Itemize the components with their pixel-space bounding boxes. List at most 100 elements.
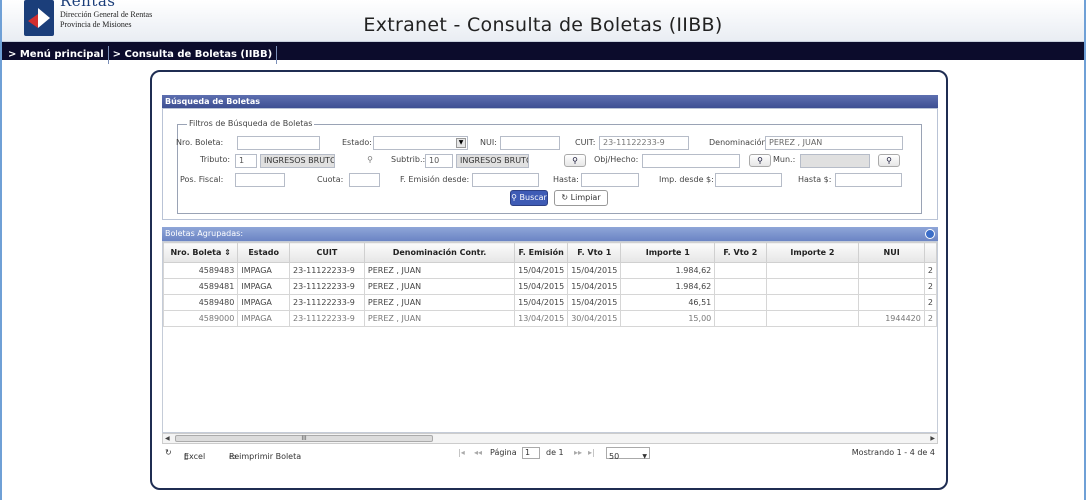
hasta-importe-input[interactable] <box>835 173 902 187</box>
next-page-icon[interactable]: ▸▸ <box>574 448 582 457</box>
nro-boleta-input[interactable] <box>237 136 320 150</box>
collapse-icon[interactable] <box>925 229 935 239</box>
mun-search-icon[interactable]: ⚲ <box>878 154 900 167</box>
cell-estado: IMPAGA <box>237 310 291 327</box>
estado-label: Estado: <box>342 138 372 147</box>
page-size-select[interactable]: 50 ▼ <box>606 447 650 461</box>
refresh-icon: ↻ <box>561 193 571 202</box>
logo-rentas-text: Rentas <box>60 0 116 10</box>
cell-f-emision: 15/04/2015 <box>514 294 569 311</box>
chevron-down-icon[interactable]: ▼ <box>456 138 466 148</box>
subtrib-search-icon[interactable]: ⚲ <box>564 154 586 167</box>
col-importe1[interactable]: Importe 1 <box>620 242 716 263</box>
cell-importe1: 15,00 <box>620 310 716 327</box>
f-emision-desde-label: F. Emisión desde: <box>400 175 470 184</box>
tributo-desc-input: INGRESOS BRUTOS <box>260 154 335 168</box>
cell-nro: 4589483 <box>163 262 239 279</box>
cell-f-vto2 <box>714 294 767 311</box>
first-page-icon[interactable]: |◂ <box>458 448 465 457</box>
limpiar-button[interactable]: ↻ Limpiar <box>554 190 608 206</box>
search-icon: ⚲ <box>511 193 520 202</box>
nui-label: NUI: <box>480 138 497 147</box>
cell-denom: PEREZ , JUAN <box>363 278 516 295</box>
table-row[interactable]: 4589483 IMPAGA 23-11122233-9 PEREZ , JUA… <box>163 262 937 279</box>
sort-icon[interactable]: ⇕ <box>224 248 231 257</box>
page-title: Extranet - Consulta de Boletas (IIBB) <box>363 14 723 36</box>
breadcrumb-menu-principal[interactable]: > Menú principal <box>2 46 109 64</box>
table-row[interactable]: 4589480 IMPAGA 23-11122233-9 PEREZ , JUA… <box>163 294 937 311</box>
status-text: Mostrando 1 - 4 de 4 <box>851 448 935 457</box>
col-estado[interactable]: Estado <box>237 242 291 263</box>
col-f-vto1[interactable]: F. Vto 1 <box>567 242 622 263</box>
obj-hecho-search-icon[interactable]: ⚲ <box>749 154 771 167</box>
table-row[interactable]: 4589000 IMPAGA 23-11122233-9 PEREZ , JUA… <box>163 310 937 327</box>
cell-importe1: 1.984,62 <box>620 278 716 295</box>
pagina-label: Página <box>490 448 517 457</box>
cell-f-vto2 <box>714 262 767 279</box>
buscar-button[interactable]: ⚲ Buscar <box>510 190 548 206</box>
imp-desde-input[interactable] <box>715 173 782 187</box>
cell-f-emision: 15/04/2015 <box>514 278 569 295</box>
col-importe2[interactable]: Importe 2 <box>765 242 860 263</box>
denominacion-label: Denominación: <box>709 138 770 147</box>
tributo-lookup-icon[interactable]: ⚲ <box>359 154 381 167</box>
cuit-input[interactable]: 23-11122233-9 <box>599 136 689 150</box>
horizontal-scrollbar[interactable]: ◀ III ▶ <box>162 433 938 444</box>
pos-fiscal-input[interactable] <box>235 173 285 187</box>
cell-nui <box>858 262 925 279</box>
cuota-input[interactable] <box>349 173 380 187</box>
col-cuit[interactable]: CUIT <box>289 242 365 263</box>
col-f-emision[interactable]: F. Emisión <box>514 242 569 263</box>
cell-estado: IMPAGA <box>237 278 291 295</box>
denominacion-input[interactable]: PEREZ , JUAN <box>765 136 903 150</box>
mun-input[interactable] <box>800 154 870 168</box>
col-denominacion[interactable]: Denominación Contr. <box>363 242 516 263</box>
col-nro-boleta[interactable]: Nro. Boleta ⇕ <box>163 242 239 263</box>
cell-importe1: 46,51 <box>620 294 716 311</box>
tributo-code-input[interactable]: 1 <box>235 154 257 168</box>
col-extra <box>923 242 937 263</box>
obj-hecho-input[interactable] <box>642 154 740 168</box>
last-page-icon[interactable]: ▸| <box>588 448 595 457</box>
grid-title: Boletas Agrupadas: <box>162 227 938 241</box>
boletas-table: Nro. Boleta ⇕ Estado CUIT Denominación C… <box>162 241 938 433</box>
hasta-input[interactable] <box>581 173 639 187</box>
estado-select[interactable]: ▼ <box>373 136 468 150</box>
cell-f-vto1: 15/04/2015 <box>567 262 622 279</box>
cell-extra: 2 <box>923 262 937 279</box>
excel-label: Excel <box>184 452 206 461</box>
col-f-vto2[interactable]: F. Vto 2 <box>714 242 767 263</box>
cuit-label: CUIT: <box>575 138 596 147</box>
scroll-left-icon[interactable]: ◀ <box>165 434 170 443</box>
prev-page-icon[interactable]: ◂◂ <box>474 448 482 457</box>
nui-input[interactable] <box>500 136 560 150</box>
cell-importe2 <box>765 310 860 327</box>
imp-desde-label: Imp. desde $: <box>659 175 714 184</box>
subtrib-label: Subtrib.: <box>391 155 426 164</box>
page-input[interactable]: 1 <box>522 447 540 459</box>
reimprimir-label: Reimprimir Boleta <box>229 452 302 461</box>
cell-extra: 2 <box>923 278 937 295</box>
cell-f-emision: 13/04/2015 <box>514 310 569 327</box>
scroll-thumb[interactable]: III <box>175 435 433 442</box>
cell-cuit: 23-11122233-9 <box>289 294 365 311</box>
buscar-label: Buscar <box>519 193 547 202</box>
cell-nro: 4589481 <box>163 278 239 295</box>
cell-estado: IMPAGA <box>237 262 291 279</box>
main-panel: Búsqueda de Boletas Filtros de Búsqueda … <box>150 70 948 490</box>
cell-denom: PEREZ , JUAN <box>363 294 516 311</box>
cell-importe1: 1.984,62 <box>620 262 716 279</box>
col-nui[interactable]: NUI <box>858 242 925 263</box>
boletas-grid: Nro. Boleta ⇕ Estado CUIT Denominación C… <box>163 242 937 327</box>
pos-fiscal-label: Pos. Fiscal: <box>180 175 224 184</box>
scroll-right-icon[interactable]: ▶ <box>930 434 935 443</box>
refresh-icon[interactable]: ↻ <box>165 448 172 457</box>
cell-f-vto1: 30/04/2015 <box>567 310 622 327</box>
table-row[interactable]: 4589481 IMPAGA 23-11122233-9 PEREZ , JUA… <box>163 278 937 295</box>
f-emision-desde-input[interactable] <box>472 173 539 187</box>
breadcrumb-consulta-boletas[interactable]: > Consulta de Boletas (IIBB) <box>109 46 278 64</box>
subtrib-code-input[interactable]: 10 <box>425 154 453 168</box>
cell-denom: PEREZ , JUAN <box>363 262 516 279</box>
cell-importe2 <box>765 278 860 295</box>
cell-importe2 <box>765 294 860 311</box>
